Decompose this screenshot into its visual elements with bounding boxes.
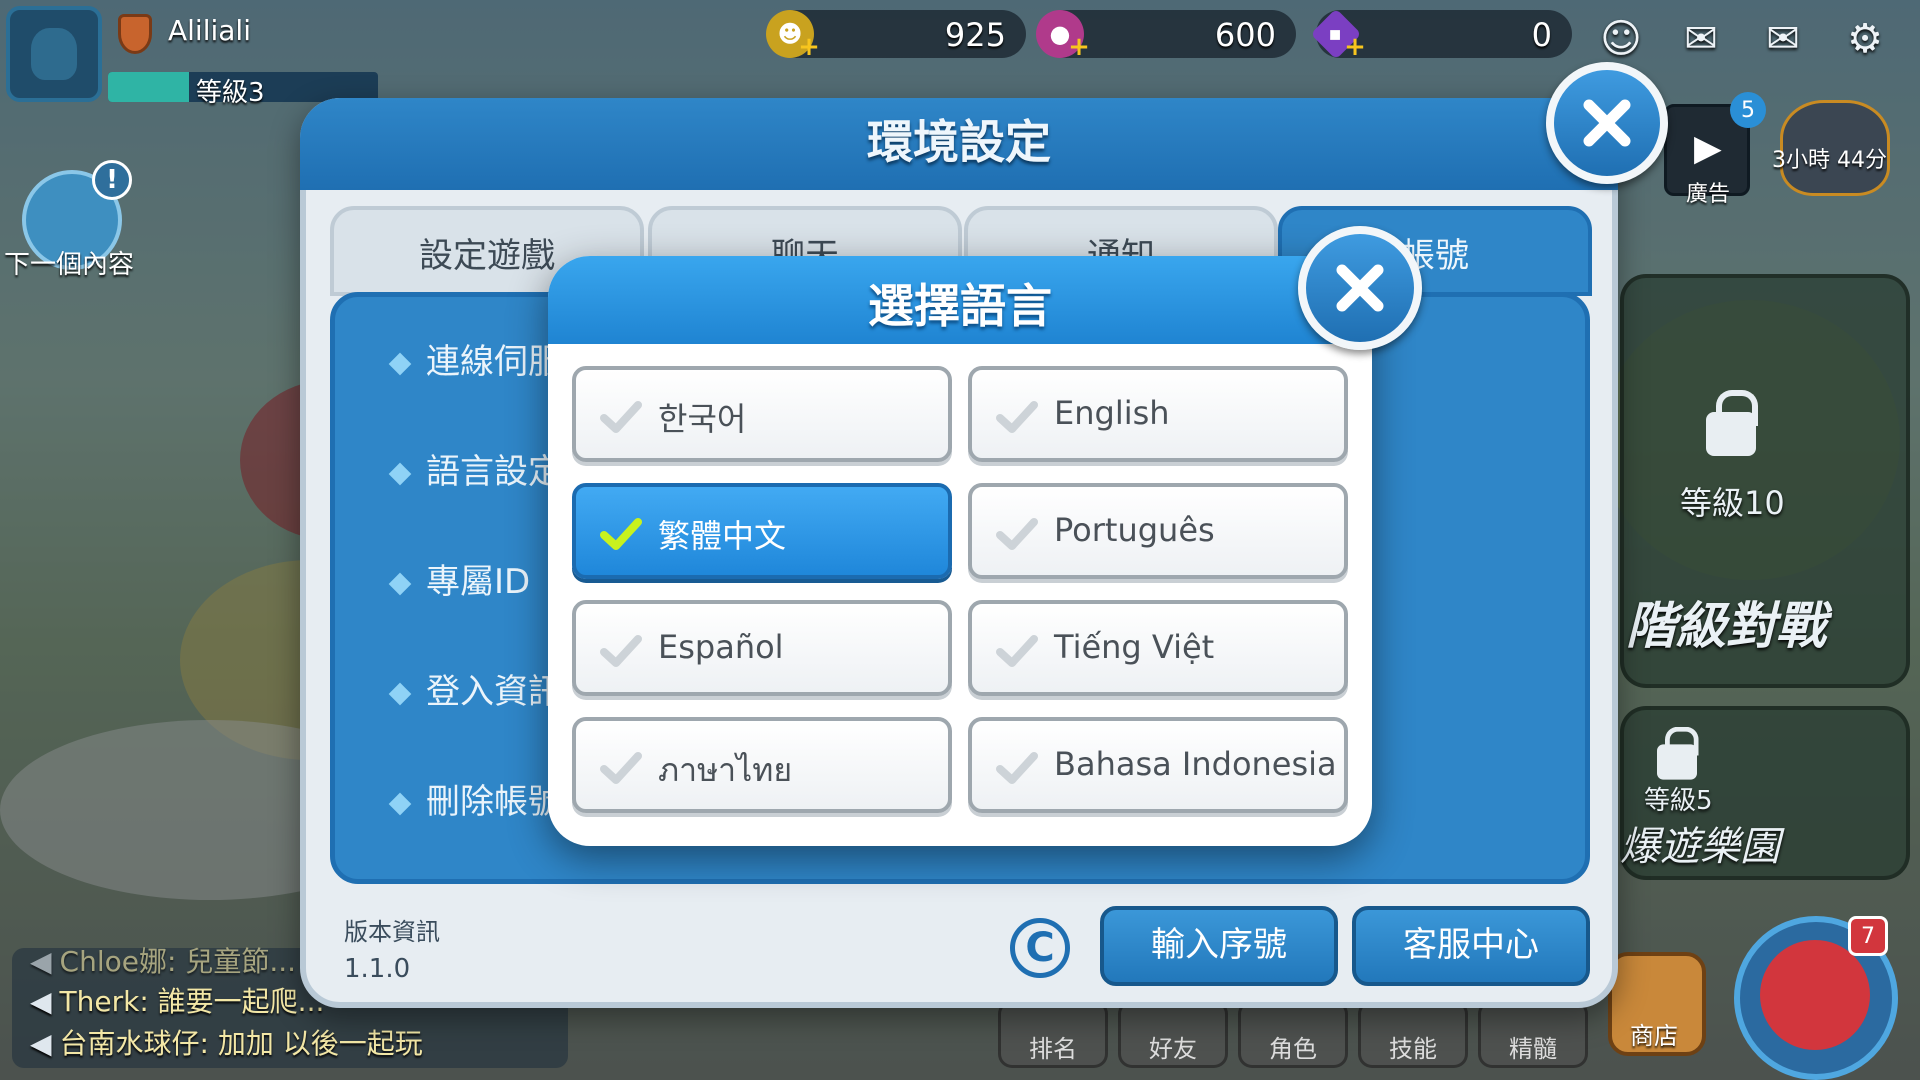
add-diamond-icon[interactable]: + xyxy=(1342,34,1368,60)
timer-label: 3小時 44分 xyxy=(1772,148,1887,173)
chat-line: ◀ Therk: 誰要一起爬... xyxy=(30,985,325,1018)
check-icon xyxy=(600,752,642,784)
gem-amount: 600 xyxy=(1214,16,1276,54)
language-option-indonesian[interactable]: Bahasa Indonesia xyxy=(968,717,1348,813)
language-close-button[interactable] xyxy=(1298,226,1422,350)
player-avatar[interactable] xyxy=(6,6,102,102)
megaphone-icon: ◀ xyxy=(30,1027,52,1060)
language-option-spanish[interactable]: Español xyxy=(572,600,952,696)
nav-character-button[interactable]: 角色 xyxy=(1238,1000,1348,1068)
diamond-bullet-icon xyxy=(388,462,412,485)
megaphone-icon: ◀ xyxy=(30,945,52,978)
gem-currency[interactable]: ● + 600 xyxy=(1036,10,1296,60)
shop-label: 商店 xyxy=(1630,1022,1678,1050)
language-option-label: English xyxy=(1054,394,1170,432)
mail-icon[interactable]: ✉ xyxy=(1754,10,1812,68)
gold-amount: 925 xyxy=(944,16,1006,54)
diamond-bullet-icon xyxy=(388,572,412,595)
settings-close-button[interactable] xyxy=(1546,62,1668,184)
fun-park-title: 爆遊樂園 xyxy=(1620,824,1780,870)
add-friend-icon[interactable]: ☺ xyxy=(1592,10,1650,68)
language-option-korean[interactable]: 한국어 xyxy=(572,366,952,462)
nav-ranking-button[interactable]: 排名 xyxy=(998,1000,1108,1068)
alert-badge-icon: ! xyxy=(92,160,132,200)
menu-login-info[interactable]: 登入資訊 xyxy=(388,664,562,713)
lock-icon xyxy=(1657,726,1699,780)
chat-line: ◀ Chloe娜: 兒童節... xyxy=(30,945,297,978)
diamond-amount: 0 xyxy=(1531,16,1552,54)
diamond-bullet-icon xyxy=(388,352,412,375)
add-gem-icon[interactable]: + xyxy=(1066,34,1092,60)
close-icon xyxy=(1583,99,1631,147)
language-option-label: Tiếng Việt xyxy=(1054,628,1215,666)
version-label: 版本資訊 xyxy=(344,918,440,946)
rank-shield-icon xyxy=(118,14,152,54)
check-icon xyxy=(996,752,1038,784)
copyright-icon[interactable]: C xyxy=(1010,918,1070,978)
enter-code-button[interactable]: 輸入序號 xyxy=(1100,906,1338,986)
nav-essence-button[interactable]: 精髓 xyxy=(1478,1000,1588,1068)
check-icon xyxy=(996,635,1038,667)
diamond-currency[interactable]: ◆ + 0 xyxy=(1310,8,1572,60)
ad-count-badge: 5 xyxy=(1730,92,1766,128)
menu-language[interactable]: 語言設定 xyxy=(388,444,562,493)
chat-bubble-icon[interactable]: ✉ xyxy=(1672,10,1730,68)
player-name: Aliliali xyxy=(168,14,251,47)
gear-icon[interactable]: ⚙ xyxy=(1836,10,1894,68)
check-icon xyxy=(600,518,642,550)
language-option-traditional-chinese[interactable]: 繁體中文 xyxy=(572,483,952,579)
check-icon xyxy=(600,635,642,667)
menu-unique-id[interactable]: 專屬ID xyxy=(388,554,530,603)
check-icon xyxy=(600,401,642,433)
version-value: 1.1.0 xyxy=(344,954,411,984)
fun-level-req: 等級5 xyxy=(1644,786,1713,816)
diamond-bullet-icon xyxy=(388,682,412,705)
diamond-bullet-icon xyxy=(388,792,412,815)
language-option-label: ภาษาไทย xyxy=(658,751,793,789)
character-portrait xyxy=(1760,940,1870,1050)
player-level: 等級3 xyxy=(196,78,265,108)
character-badge: 7 xyxy=(1848,916,1888,956)
language-option-vietnamese[interactable]: Tiếng Việt xyxy=(968,600,1348,696)
language-option-english[interactable]: English xyxy=(968,366,1348,462)
language-option-label: Português xyxy=(1054,511,1215,549)
language-option-thai[interactable]: ภาษาไทย xyxy=(572,717,952,813)
gold-currency[interactable]: ☻ + 925 xyxy=(766,10,1026,60)
lock-icon xyxy=(1706,390,1758,456)
settings-title: 環境設定 xyxy=(867,115,1051,169)
ad-label: 廣告 xyxy=(1686,182,1731,207)
megaphone-icon: ◀ xyxy=(30,985,52,1018)
language-option-label: 한국어 xyxy=(658,400,747,438)
language-option-portuguese[interactable]: Português xyxy=(968,483,1348,579)
play-icon: ▶ xyxy=(1694,128,1722,169)
nav-friends-button[interactable]: 好友 xyxy=(1118,1000,1228,1068)
ranked-battle-title: 階級對戰 xyxy=(1626,597,1826,655)
check-icon xyxy=(996,401,1038,433)
language-option-label: Bahasa Indonesia xyxy=(1054,745,1337,783)
language-option-label: Español xyxy=(658,628,784,666)
check-icon xyxy=(996,518,1038,550)
chat-line: ◀ 台南水球仔: 加加 以後一起玩 xyxy=(30,1027,423,1060)
next-content-label: 下一個內容 xyxy=(4,250,135,280)
add-gold-icon[interactable]: + xyxy=(796,34,822,60)
language-option-label: 繁體中文 xyxy=(658,517,787,555)
menu-delete-account[interactable]: 刪除帳號 xyxy=(388,774,562,823)
nav-skills-button[interactable]: 技能 xyxy=(1358,1000,1468,1068)
close-icon xyxy=(1336,264,1384,312)
xp-fill xyxy=(108,72,189,102)
ranked-level-req: 等級10 xyxy=(1680,484,1785,522)
customer-service-button[interactable]: 客服中心 xyxy=(1352,906,1590,986)
language-dialog-title: 選擇語言 xyxy=(868,279,1052,333)
